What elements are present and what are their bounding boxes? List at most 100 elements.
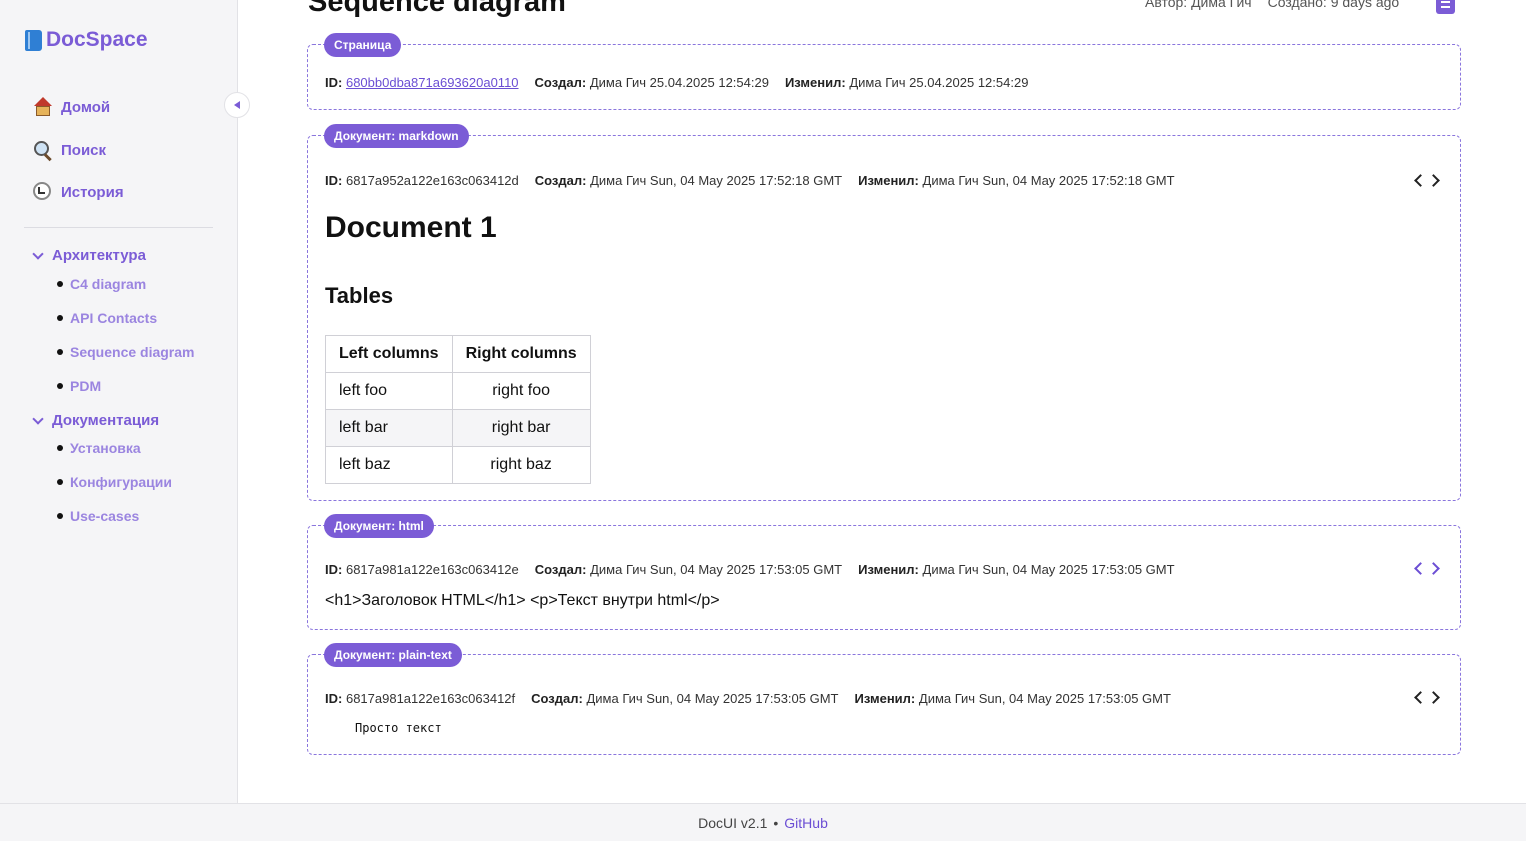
code-view-button[interactable] bbox=[1414, 689, 1440, 705]
table-header: Left columns bbox=[325, 335, 453, 373]
nav-home[interactable]: Домой bbox=[33, 97, 110, 117]
logo[interactable]: DocSpace bbox=[25, 28, 148, 52]
sidebar-divider bbox=[24, 227, 213, 228]
changed-value: Дима Гич Sun, 04 May 2025 17:53:05 GMT bbox=[918, 691, 1171, 706]
clock-icon bbox=[33, 182, 53, 202]
id-value: 6817a981a122e163c063412f bbox=[345, 691, 516, 706]
sidebar-item-label: Конфигурации bbox=[70, 474, 172, 490]
house-icon bbox=[33, 97, 53, 117]
sidebar-item-label: PDM bbox=[70, 378, 102, 394]
footer: DocUI v2.1 • GitHub bbox=[0, 803, 1526, 841]
code-view-button[interactable] bbox=[1414, 172, 1440, 188]
table-cell: right foo bbox=[451, 372, 591, 410]
created-label: Создал: bbox=[534, 75, 587, 90]
created-value: Дима Гич Sun, 04 May 2025 17:52:18 GMT bbox=[590, 173, 843, 188]
table-row: left bar right bar bbox=[325, 409, 591, 447]
sidebar-item-sequence-diagram[interactable]: Sequence diagram bbox=[57, 344, 195, 360]
page-meta: Автор: Дима Гич Создано: 9 days ago bbox=[1145, 0, 1399, 10]
sidebar-item-api-contacts[interactable]: API Contacts bbox=[57, 310, 157, 326]
table-cell: left bar bbox=[325, 409, 453, 447]
table-row: left baz right baz bbox=[325, 446, 591, 484]
sidebar-item-c4-diagram[interactable]: C4 diagram bbox=[57, 276, 146, 292]
book-icon bbox=[25, 29, 42, 51]
bullet-icon bbox=[57, 383, 63, 389]
card-badge: Документ: html bbox=[324, 514, 434, 538]
doc-heading-1: Document 1 bbox=[325, 211, 497, 244]
id-label: ID: bbox=[325, 173, 343, 188]
section-documentation-label: Документация bbox=[52, 412, 160, 429]
changed-label: Изменил: bbox=[854, 691, 916, 706]
github-link[interactable]: GitHub bbox=[784, 815, 828, 831]
chevron-left-icon bbox=[1414, 690, 1427, 704]
chevron-right-icon bbox=[1427, 690, 1440, 704]
chevron-left-icon bbox=[1414, 173, 1427, 187]
sidebar-item-label: Установка bbox=[70, 440, 141, 456]
plain-text-doc-card: Документ: plain-text ID: 6817a981a122e16… bbox=[307, 643, 1461, 755]
page-author: Автор: Дима Гич bbox=[1145, 0, 1252, 10]
id-value: 6817a952a122e163c063412d bbox=[345, 173, 519, 188]
sidebar-item-pdm[interactable]: PDM bbox=[57, 378, 101, 394]
sidebar: DocSpace Домой Поиск История Архитектура… bbox=[0, 0, 238, 803]
id-link[interactable]: 680bb0dba871a693620a0110 bbox=[346, 75, 519, 90]
sidebar-item-configurations[interactable]: Конфигурации bbox=[57, 474, 172, 490]
nav-history-label: История bbox=[61, 183, 124, 201]
card-meta: ID: 680bb0dba871a693620a0110 Создал: Дим… bbox=[325, 75, 1028, 90]
bullet-icon bbox=[57, 479, 63, 485]
markdown-doc-card: Документ: markdown ID: 6817a952a122e163c… bbox=[307, 124, 1461, 501]
changed-value: Дима Гич Sun, 04 May 2025 17:53:05 GMT bbox=[922, 562, 1175, 577]
nav-home-label: Домой bbox=[61, 98, 111, 116]
bullet-icon bbox=[57, 349, 63, 355]
card-meta: ID: 6817a952a122e163c063412d Создал: Дим… bbox=[325, 173, 1175, 188]
created-label: Создал: bbox=[531, 691, 583, 706]
chevron-down-icon bbox=[32, 412, 44, 425]
card-meta: ID: 6817a981a122e163c063412f Создал: Дим… bbox=[325, 691, 1171, 706]
html-doc-card: Документ: html ID: 6817a981a122e163c0634… bbox=[307, 514, 1461, 630]
sidebar-item-label: C4 diagram bbox=[70, 276, 147, 292]
card-meta: ID: 6817a981a122e163c063412e Создал: Дим… bbox=[325, 562, 1175, 577]
section-architecture-label: Архитектура bbox=[52, 247, 146, 264]
nav-history[interactable]: История bbox=[33, 182, 124, 202]
changed-value: Дима Гич Sun, 04 May 2025 17:52:18 GMT bbox=[922, 173, 1175, 188]
bullet-icon bbox=[57, 445, 63, 451]
created-value: Дима Гич Sun, 04 May 2025 17:53:05 GMT bbox=[586, 691, 839, 706]
page-card: Страница ID: 680bb0dba871a693620a0110 Со… bbox=[307, 33, 1461, 110]
search-icon bbox=[33, 140, 53, 160]
table-row: left foo right foo bbox=[325, 372, 591, 410]
id-label: ID: bbox=[325, 562, 343, 577]
footer-separator: • bbox=[773, 814, 779, 831]
table-header-row: Left columns Right columns bbox=[325, 335, 591, 373]
changed-label: Изменил: bbox=[858, 173, 919, 188]
chevron-right-icon bbox=[1427, 561, 1440, 575]
sidebar-item-installation[interactable]: Установка bbox=[57, 440, 141, 456]
card-badge: Документ: plain-text bbox=[324, 643, 462, 667]
markdown-table: Left columns Right columns left foo righ… bbox=[325, 335, 591, 484]
created-label: Создал: bbox=[534, 173, 587, 188]
html-content: <h1>Заголовок HTML</h1> <p>Текст внутри … bbox=[325, 592, 720, 609]
table-cell: right baz bbox=[451, 446, 591, 484]
sidebar-item-label: API Contacts bbox=[70, 310, 158, 326]
page-title: Sequence diagram bbox=[308, 0, 566, 18]
doc-heading-2: Tables bbox=[325, 283, 394, 308]
id-label: ID: bbox=[325, 75, 343, 90]
card-badge: Страница bbox=[324, 33, 402, 57]
created-label: Создал: bbox=[534, 562, 587, 577]
table-header: Right columns bbox=[451, 335, 591, 373]
sidebar-item-use-cases[interactable]: Use-cases bbox=[57, 508, 139, 524]
page-created: Создано: 9 days ago bbox=[1267, 0, 1400, 10]
section-documentation[interactable]: Документация bbox=[32, 412, 160, 429]
code-view-button[interactable] bbox=[1414, 560, 1440, 576]
nav-search[interactable]: Поиск bbox=[33, 140, 106, 160]
chevron-left-icon bbox=[1414, 561, 1427, 575]
logo-text: DocSpace bbox=[46, 28, 148, 51]
bullet-icon bbox=[57, 315, 63, 321]
card-badge: Документ: markdown bbox=[324, 124, 469, 148]
changed-label: Изменил: bbox=[784, 75, 846, 90]
document-icon[interactable] bbox=[1436, 0, 1455, 14]
section-architecture[interactable]: Архитектура bbox=[32, 247, 146, 264]
sidebar-item-label: Use-cases bbox=[70, 508, 140, 524]
bullet-icon bbox=[57, 281, 63, 287]
sidebar-collapse-button[interactable] bbox=[224, 92, 250, 118]
table-cell: left foo bbox=[325, 372, 453, 410]
footer-version: DocUI v2.1 bbox=[698, 814, 768, 831]
chevron-down-icon bbox=[32, 247, 44, 260]
